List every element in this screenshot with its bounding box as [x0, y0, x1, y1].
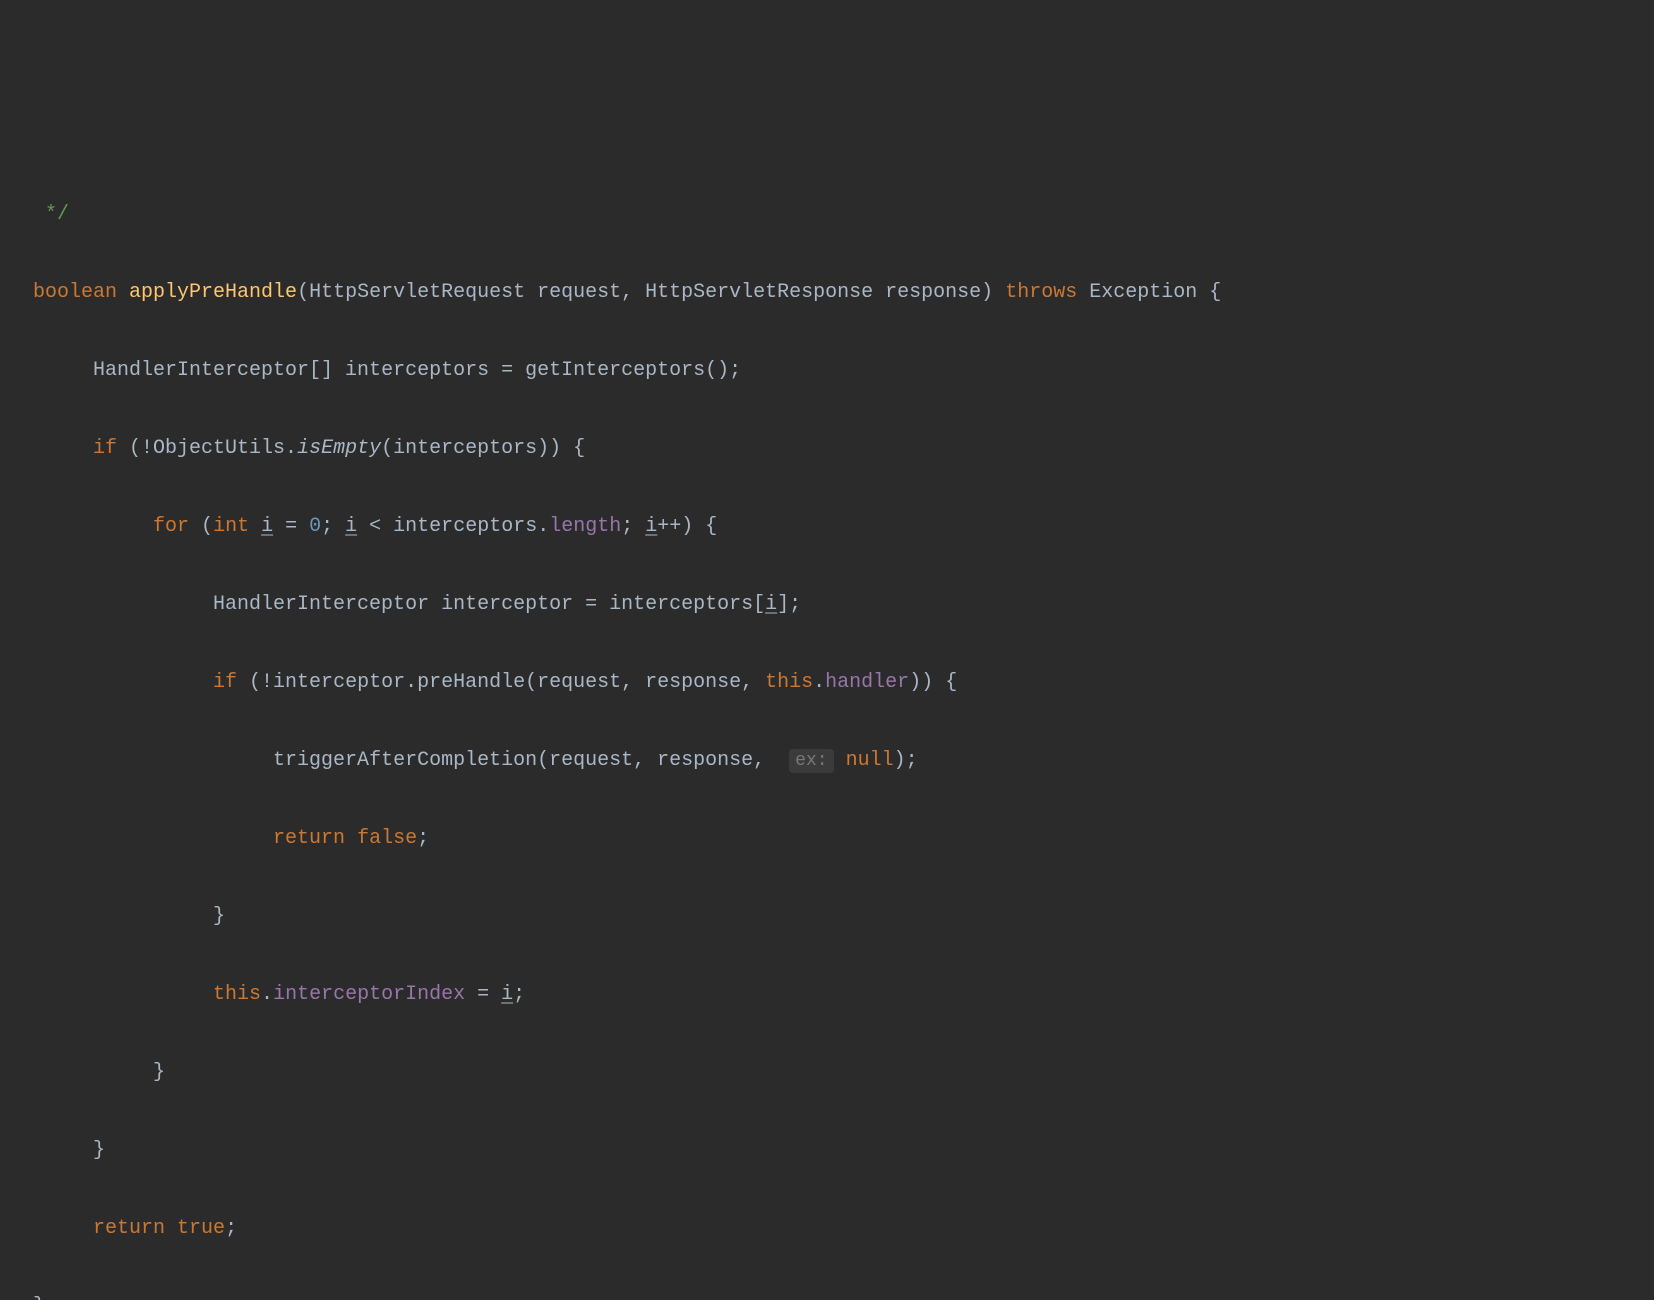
variable-i: i	[765, 593, 777, 616]
keyword-return: return	[273, 827, 345, 850]
code-text: ;	[225, 1217, 237, 1240]
method-call: triggerAfterCompletion(request, response…	[273, 749, 777, 772]
keyword-boolean: boolean	[33, 281, 117, 304]
keyword-int: int	[213, 515, 249, 538]
close-brace: }	[33, 1295, 45, 1300]
keyword-false: false	[357, 827, 417, 850]
method-name: applyPreHandle	[129, 281, 297, 304]
code-text: (!ObjectUtils.	[117, 437, 297, 460]
code-line: HandlerInterceptor interceptor = interce…	[33, 585, 1654, 624]
code-text: )) {	[909, 671, 957, 694]
statement: HandlerInterceptor[] interceptors = getI…	[93, 359, 741, 382]
close-brace: }	[153, 1061, 165, 1084]
keyword-if: if	[93, 437, 117, 460]
code-text: ;	[417, 827, 429, 850]
code-text: (!interceptor.preHandle(request, respons…	[237, 671, 765, 694]
keyword-true: true	[177, 1217, 225, 1240]
code-text: );	[894, 749, 918, 772]
keyword-this: this	[213, 983, 261, 1006]
code-line: }	[33, 1131, 1654, 1170]
code-text: =	[273, 515, 309, 538]
code-line: boolean applyPreHandle(HttpServletReques…	[33, 273, 1654, 312]
code-text: (	[189, 515, 213, 538]
code-line: triggerAfterCompletion(request, response…	[33, 741, 1654, 780]
field-length: length	[549, 515, 621, 538]
keyword-throws: throws	[1005, 281, 1077, 304]
keyword-if: if	[213, 671, 237, 694]
code-text: =	[465, 983, 501, 1006]
code-line: return false;	[33, 819, 1654, 858]
code-text: ++) {	[657, 515, 717, 538]
code-line: }	[33, 1053, 1654, 1092]
exception-type: Exception {	[1089, 281, 1221, 304]
code-editor[interactable]: */ boolean applyPreHandle(HttpServletReq…	[0, 156, 1654, 1300]
code-text	[165, 1217, 177, 1240]
code-text: ;	[621, 515, 645, 538]
code-text: HandlerInterceptor interceptor = interce…	[213, 593, 765, 616]
code-line: }	[33, 897, 1654, 936]
code-text	[345, 827, 357, 850]
field-interceptorIndex: interceptorIndex	[273, 983, 465, 1006]
keyword-return: return	[93, 1217, 165, 1240]
code-line: HandlerInterceptor[] interceptors = getI…	[33, 351, 1654, 390]
close-brace: }	[213, 905, 225, 928]
code-line: if (!ObjectUtils.isEmpty(interceptors)) …	[33, 429, 1654, 468]
method-params: (HttpServletRequest request, HttpServlet…	[297, 281, 993, 304]
code-text	[249, 515, 261, 538]
keyword-this: this	[765, 671, 813, 694]
field-handler: handler	[825, 671, 909, 694]
code-text: .	[813, 671, 825, 694]
variable-i: i	[501, 983, 513, 1006]
variable-i: i	[261, 515, 273, 538]
variable-i: i	[345, 515, 357, 538]
code-text: .	[261, 983, 273, 1006]
code-text: < interceptors.	[357, 515, 549, 538]
code-line: this.interceptorIndex = i;	[33, 975, 1654, 1014]
comment-text: */	[33, 203, 69, 226]
method-call: isEmpty	[297, 437, 381, 460]
keyword-for: for	[153, 515, 189, 538]
keyword-null: null	[846, 749, 894, 772]
variable-i: i	[645, 515, 657, 538]
parameter-hint: ex:	[789, 749, 833, 773]
code-line: if (!interceptor.preHandle(request, resp…	[33, 663, 1654, 702]
number-literal: 0	[309, 515, 321, 538]
code-text: (interceptors)) {	[381, 437, 585, 460]
code-line: }	[33, 1287, 1654, 1300]
code-text: ;	[513, 983, 525, 1006]
code-line: */	[33, 195, 1654, 234]
code-line: for (int i = 0; i < interceptors.length;…	[33, 507, 1654, 546]
close-brace: }	[93, 1139, 105, 1162]
code-text: ];	[777, 593, 801, 616]
code-text: ;	[321, 515, 345, 538]
code-text	[834, 749, 846, 772]
code-line: return true;	[33, 1209, 1654, 1248]
